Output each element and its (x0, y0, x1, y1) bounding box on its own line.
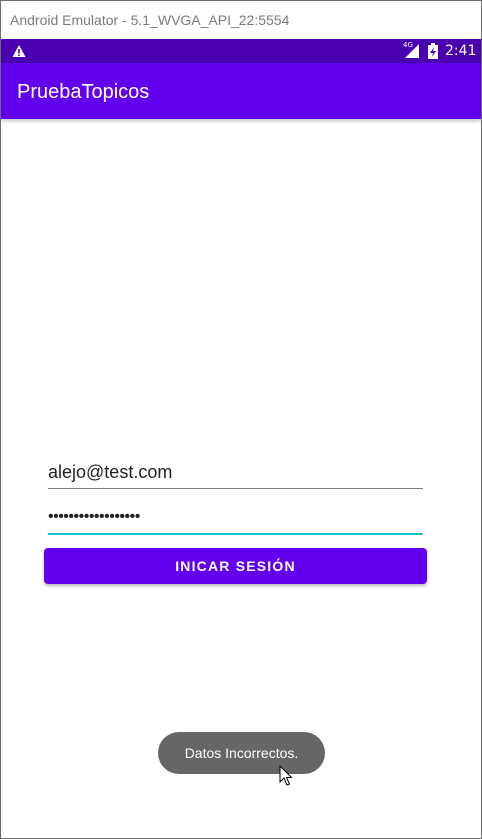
status-bar: 4G 2:41 (1, 39, 481, 63)
battery-charging-icon (428, 43, 438, 59)
toast-message: Datos Incorrectos. (158, 732, 325, 774)
emulator-window: Android Emulator - 5.1_WVGA_API_22:5554 … (0, 0, 482, 839)
email-input[interactable] (48, 455, 423, 489)
window-title-bar[interactable]: Android Emulator - 5.1_WVGA_API_22:5554 (1, 1, 481, 39)
status-clock: 2:41 (445, 43, 477, 59)
login-button[interactable]: INICAR SESIÓN (44, 548, 427, 584)
signal-icon (405, 44, 419, 58)
password-field[interactable] (48, 501, 423, 535)
app-title: PruebaTopicos (17, 81, 150, 103)
app-bar: PruebaTopicos (1, 63, 481, 119)
window-title: Android Emulator - 5.1_WVGA_API_22:5554 (10, 12, 290, 28)
login-button-label: INICAR SESIÓN (175, 558, 296, 574)
warning-icon (12, 45, 26, 57)
mouse-cursor-icon (279, 765, 293, 786)
password-input[interactable] (48, 501, 423, 533)
toast-text: Datos Incorrectos. (184, 745, 299, 761)
email-field[interactable] (48, 455, 423, 489)
